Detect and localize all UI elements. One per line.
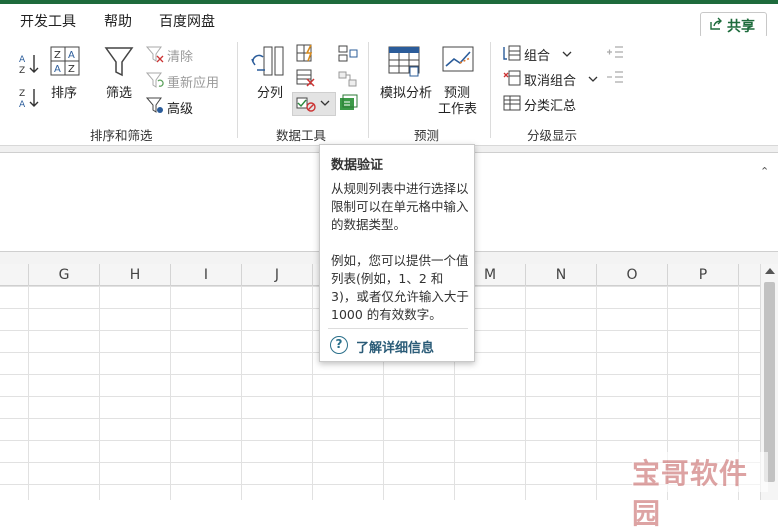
filter-button[interactable]: 筛选 <box>106 82 132 101</box>
scroll-up-icon[interactable] <box>765 268 775 274</box>
remove-duplicates-icon[interactable] <box>296 69 316 87</box>
svg-text:Z: Z <box>19 89 25 99</box>
advanced-button[interactable]: 高级 <box>167 98 193 117</box>
ungroup-button[interactable]: 取消组合 <box>524 70 576 89</box>
svg-text:A: A <box>19 55 26 65</box>
help-icon: ? <box>330 336 348 354</box>
watermark-text: 宝哥软件园 <box>632 457 749 530</box>
forecast-group-label: 预测 <box>414 128 440 143</box>
column-header[interactable]: G <box>28 264 99 286</box>
group-button[interactable]: 组合 <box>524 45 550 64</box>
column-header[interactable]: H <box>99 264 170 286</box>
subtotal-button[interactable]: 分类汇总 <box>524 95 576 114</box>
consolidate-icon[interactable] <box>338 45 358 63</box>
group-divider <box>237 42 238 138</box>
column-header[interactable]: P <box>667 264 738 286</box>
svg-text:Z: Z <box>54 50 61 61</box>
chevron-down-icon[interactable] <box>320 99 330 107</box>
ribbon: AZ ZA ZAAZ 排序 筛选 清除 重新应用 高级 排序和筛选 分列 数据工… <box>0 36 778 174</box>
sort-filter-group-label: 排序和筛选 <box>90 128 153 143</box>
group-divider <box>368 42 369 138</box>
outline-group-label: 分级显示 <box>527 128 578 143</box>
share-button[interactable]: 共享 <box>700 12 767 38</box>
reapply-button[interactable]: 重新应用 <box>167 72 219 91</box>
sort-ascending-icon[interactable]: AZ <box>18 52 40 76</box>
reapply-icon <box>146 72 164 88</box>
watermark-logo: 宝哥软件园 <box>632 452 768 530</box>
text-to-columns-icon[interactable] <box>250 46 286 80</box>
sort-button[interactable]: 排序 <box>51 82 77 101</box>
share-label: 共享 <box>727 19 755 35</box>
data-model-icon[interactable] <box>338 94 358 112</box>
grid-line <box>312 286 313 500</box>
clear-button[interactable]: 清除 <box>167 46 193 65</box>
learn-more-label: 了解详细信息 <box>356 341 435 356</box>
data-tools-group-label: 数据工具 <box>276 128 327 143</box>
relationships-icon[interactable] <box>338 70 358 88</box>
grid-line <box>99 286 100 500</box>
chevron-down-icon[interactable] <box>562 50 572 58</box>
advanced-filter-icon <box>146 97 163 113</box>
subtotal-icon <box>503 95 521 111</box>
filter-funnel-icon[interactable] <box>104 46 134 78</box>
grid-line <box>241 286 242 500</box>
column-header[interactable]: O <box>596 264 667 286</box>
share-icon <box>710 17 722 30</box>
tooltip-divider <box>328 328 468 329</box>
column-header[interactable]: J <box>241 264 312 286</box>
what-if-analysis-button[interactable]: 模拟分析 <box>380 82 432 101</box>
text-to-columns-button[interactable]: 分列 <box>257 82 283 101</box>
grid-line <box>596 286 597 500</box>
svg-text:Z: Z <box>68 64 75 75</box>
tooltip-body: 从规则列表中进行选择以限制可以在单元格中输入的数据类型。 例如，您可以提供一个值… <box>331 180 471 342</box>
svg-text:A: A <box>19 100 26 110</box>
column-header[interactable]: N <box>525 264 596 286</box>
forecast-sheet-label-line2[interactable]: 工作表 <box>438 98 477 117</box>
tab-baidu-netdisk[interactable]: 百度网盘 <box>159 11 215 31</box>
grid-line <box>170 286 171 500</box>
forecast-sheet-icon[interactable] <box>442 46 474 76</box>
data-validation-tooltip: 数据验证 从规则列表中进行选择以限制可以在单元格中输入的数据类型。 例如，您可以… <box>319 144 475 362</box>
collapse-icon[interactable]: ⌃ <box>760 165 769 178</box>
tooltip-title: 数据验证 <box>331 158 384 173</box>
group-icon <box>503 45 521 61</box>
sort-descending-icon[interactable]: ZA <box>18 86 40 110</box>
column-header-partial <box>738 264 760 286</box>
ungroup-icon <box>503 70 521 86</box>
tab-developer[interactable]: 开发工具 <box>20 11 76 31</box>
hide-detail-icon[interactable] <box>606 70 624 84</box>
data-validation-icon <box>296 97 316 112</box>
column-header[interactable]: I <box>170 264 241 286</box>
group-divider <box>490 42 491 138</box>
clear-filter-icon <box>146 46 164 63</box>
sort-icon[interactable]: Z AA Z <box>50 46 80 76</box>
tooltip-description: 从规则列表中进行选择以限制可以在单元格中输入的数据类型。 <box>331 181 469 232</box>
flash-fill-icon[interactable] <box>296 44 316 62</box>
tab-help[interactable]: 帮助 <box>104 11 132 31</box>
svg-text:A: A <box>68 50 75 61</box>
grid-line <box>28 286 29 500</box>
what-if-analysis-icon[interactable] <box>388 46 420 78</box>
svg-text:A: A <box>54 64 61 75</box>
chevron-down-icon[interactable] <box>588 75 598 83</box>
tooltip-example: 例如，您可以提供一个值列表(例如，1、2 和 3)，或者仅允许输入大于 1000… <box>331 253 469 322</box>
learn-more-link[interactable]: ? 了解详细信息 <box>330 336 470 358</box>
ribbon-tabs: 开发工具 帮助 百度网盘 共享 <box>0 4 778 38</box>
grid-line <box>525 286 526 500</box>
show-detail-icon[interactable] <box>606 45 624 59</box>
svg-text:Z: Z <box>19 66 25 76</box>
